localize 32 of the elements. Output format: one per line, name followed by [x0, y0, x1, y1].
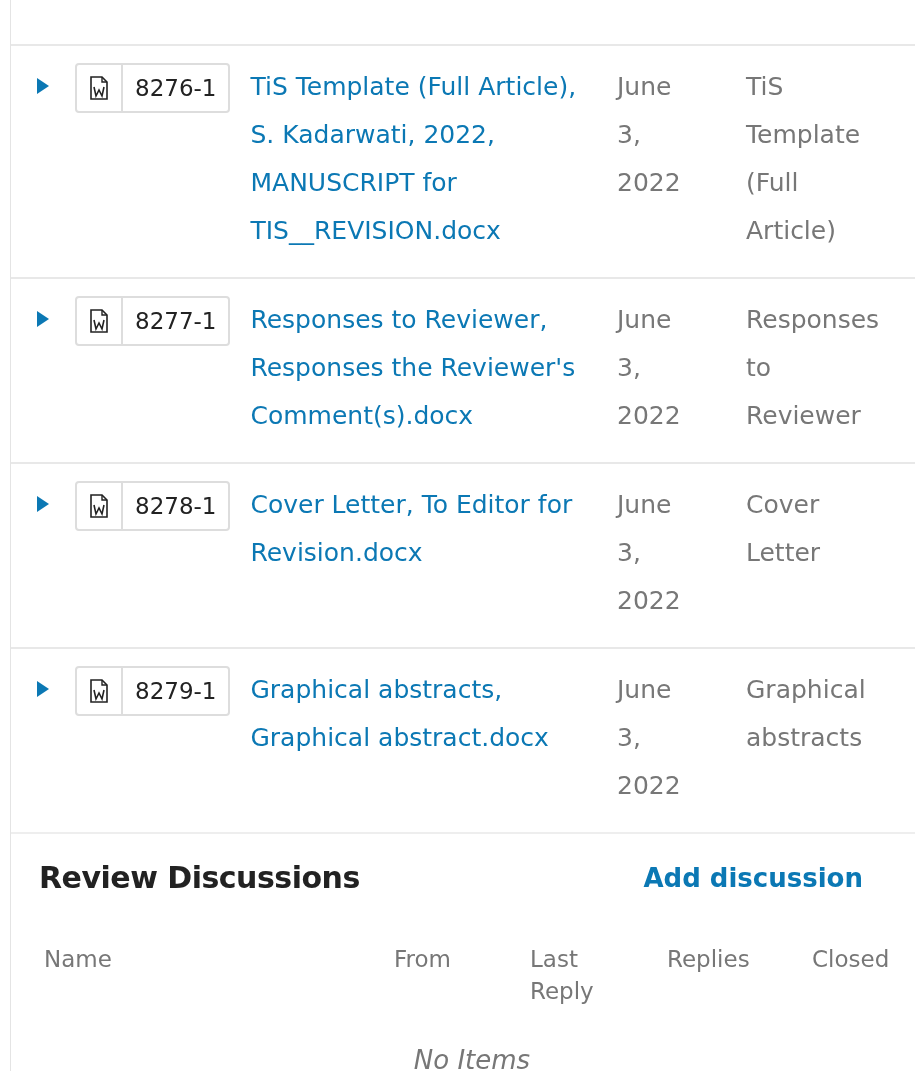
date-cell-text: June 3, 2022 — [617, 674, 682, 802]
word-document-icon — [89, 309, 109, 333]
file-id: 8276-1 — [134, 74, 218, 103]
type-cell-text: TiS Template (Full Article) — [746, 71, 862, 247]
section-title: Review Discussions — [39, 860, 360, 895]
column-header: Closed — [812, 945, 891, 974]
add-discussion-link[interactable]: Add discussion — [643, 862, 863, 893]
file-link[interactable]: Responses to Reviewer, Responses the Reviewer's Comment(s).docx — [250, 296, 617, 440]
file-id: 8279-1 — [134, 677, 218, 706]
date-cell-text: June 3, 2022 — [617, 71, 682, 199]
type-cell-text: Graphical abstracts — [746, 674, 867, 754]
column-header: Name — [44, 945, 113, 974]
word-document-icon — [89, 76, 109, 100]
file-link[interactable]: TiS Template (Full Article), S. Kadarwati, 2022, MANUSCRIPT for TIS__REVISION.docx — [250, 63, 617, 255]
expand-arrow-icon[interactable] — [36, 680, 50, 698]
file-id: 8278-1 — [134, 492, 218, 521]
word-document-icon — [89, 494, 109, 518]
date-cell-text: June 3, 2022 — [617, 489, 682, 617]
file-link[interactable]: Graphical abstracts, Graphical abstract.docx — [250, 666, 617, 762]
column-header: From — [394, 945, 452, 974]
expand-arrow-icon[interactable] — [36, 495, 50, 513]
file-id: 8277-1 — [134, 307, 218, 336]
expand-arrow-icon[interactable] — [36, 77, 50, 95]
word-document-icon — [89, 679, 109, 703]
column-header: Replies — [667, 945, 751, 974]
type-cell-text: Cover Letter — [746, 489, 822, 569]
date-cell-text: June 3, 2022 — [617, 304, 682, 432]
file-link[interactable]: Cover Letter, To Editor for Revision.docx — [250, 481, 617, 577]
column-header: Last Reply — [530, 945, 595, 1006]
type-cell-text: Responses to Reviewer — [746, 304, 881, 432]
expand-arrow-icon[interactable] — [36, 310, 50, 328]
empty-message: No Items — [413, 1045, 531, 1071]
